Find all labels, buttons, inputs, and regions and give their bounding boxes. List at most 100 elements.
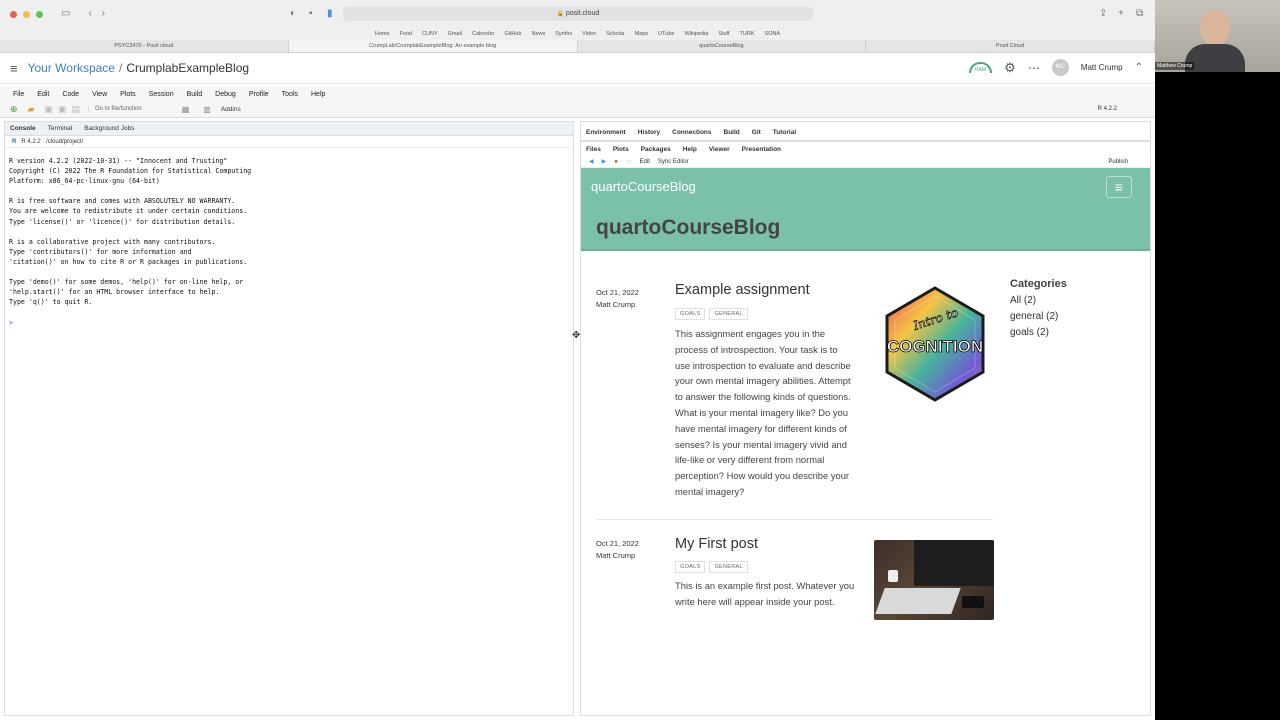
fav-home[interactable]: Home — [375, 31, 390, 37]
workspace-link[interactable]: Your Workspace — [28, 61, 115, 75]
extension-icon[interactable]: ▪ — [309, 9, 313, 19]
navbar-toggle-icon[interactable]: ≡ — [1106, 176, 1132, 198]
fav-wikipedia[interactable]: Wikipedia — [684, 31, 708, 37]
tab-files[interactable]: Files — [586, 146, 601, 153]
sidebar-icon[interactable]: ▭ — [61, 9, 70, 19]
more-options-icon[interactable]: ⋯ — [1028, 61, 1040, 75]
ram-gauge-icon[interactable]: RAM — [969, 62, 993, 73]
fav-calendar[interactable]: Calendar — [472, 31, 494, 37]
category-badge[interactable]: GOALS — [675, 308, 706, 320]
cognition-thumbnail[interactable]: Intro to COGNITION — [883, 286, 987, 402]
menu-plots[interactable]: Plots — [120, 91, 136, 98]
tab-git[interactable]: Git — [752, 129, 761, 136]
stop-icon[interactable]: ● — [614, 159, 618, 165]
workspace-panes-icon[interactable]: ▥ — [203, 105, 211, 114]
tab-background-jobs[interactable]: Background Jobs — [84, 125, 134, 132]
fav-food[interactable]: Food — [400, 31, 413, 37]
new-file-icon[interactable]: ⊕ — [10, 104, 18, 115]
fav-scholar[interactable]: Scholar — [606, 31, 625, 37]
tab-overview-icon[interactable]: ⧉ — [1136, 9, 1143, 19]
open-folder-icon[interactable]: ▰ — [28, 104, 35, 115]
fav-news[interactable]: News — [532, 31, 546, 37]
tab-build[interactable]: Build — [724, 129, 740, 136]
new-tab-icon[interactable]: + — [1118, 9, 1124, 19]
menu-profile[interactable]: Profile — [249, 91, 269, 98]
menu-build[interactable]: Build — [187, 91, 203, 98]
category-link[interactable]: All (2) — [1010, 293, 1067, 309]
menu-code[interactable]: Code — [62, 91, 79, 98]
browser-tab[interactable]: Posit Cloud — [866, 40, 1155, 52]
r-version-menu[interactable]: R 4.2.2 — [1098, 106, 1117, 112]
list-item[interactable]: Oct 21, 2022 Matt Crump Example assignme… — [596, 282, 993, 522]
site-name[interactable]: quartoCourseBlog — [591, 179, 696, 194]
menu-help[interactable]: Help — [311, 91, 325, 98]
back-arrow-icon[interactable]: ◀ — [589, 158, 594, 165]
browser-tab[interactable]: PSYC3470 - Posit cloud — [0, 40, 289, 52]
fav-maps[interactable]: Maps — [635, 31, 648, 37]
tab-viewer[interactable]: Viewer — [709, 146, 730, 153]
tab-console[interactable]: Console — [10, 125, 36, 132]
post-title[interactable]: My First post — [675, 536, 758, 552]
user-name[interactable]: Matt Crump — [1081, 63, 1123, 72]
shield-icon[interactable]: ◐ — [290, 9, 296, 19]
console-path[interactable]: R 4.2.2 · /cloud/project/ — [21, 139, 83, 145]
print-icon[interactable]: ▤ — [72, 104, 81, 115]
close-window-button[interactable] — [10, 10, 17, 18]
sync-editor-button[interactable]: Sync Editor — [658, 159, 689, 165]
tab-connections[interactable]: Connections — [672, 129, 711, 136]
fav-github[interactable]: GitHub — [504, 31, 521, 37]
tab-terminal[interactable]: Terminal — [48, 125, 73, 132]
tab-environment[interactable]: Environment — [586, 129, 626, 136]
edit-button[interactable]: Edit — [640, 159, 650, 165]
tab-plots[interactable]: Plots — [613, 146, 629, 153]
fav-synths[interactable]: Synths — [555, 31, 572, 37]
tab-presentation[interactable]: Presentation — [742, 146, 781, 153]
avatar[interactable]: MC — [1051, 59, 1069, 76]
minimize-window-button[interactable] — [23, 10, 30, 18]
browser-tab[interactable]: CrumpLab/CrumplabExampleBlog: An example… — [288, 40, 578, 52]
forward-arrow-icon[interactable]: ▶ — [602, 158, 607, 165]
share-icon[interactable]: ⇪ — [1099, 9, 1107, 19]
fav-cuny[interactable]: CUNY — [422, 31, 438, 37]
goto-file-input[interactable]: Go to file/function — [88, 106, 142, 112]
menu-view[interactable]: View — [92, 91, 107, 98]
fav-video[interactable]: Video — [582, 31, 596, 37]
category-badge[interactable]: GENERAL — [709, 308, 748, 320]
laptop-thumbnail[interactable] — [874, 540, 994, 620]
gear-icon[interactable]: ⚙ — [1004, 60, 1016, 76]
fav-turk[interactable]: TURK — [740, 31, 755, 37]
menu-tools[interactable]: Tools — [282, 91, 298, 98]
fav-stuff[interactable]: Stuff — [718, 31, 729, 37]
tab-packages[interactable]: Packages — [641, 146, 671, 153]
fav-utube[interactable]: UTube — [658, 31, 674, 37]
fav-gmail[interactable]: Gmail — [448, 31, 462, 37]
category-link[interactable]: general (2) — [1010, 309, 1067, 325]
post-title[interactable]: Example assignment — [675, 282, 810, 298]
category-badge[interactable]: GOALS — [675, 561, 706, 573]
menu-icon[interactable]: ≡ — [10, 61, 18, 76]
zoom-window-button[interactable] — [36, 10, 43, 18]
back-icon[interactable]: ‹ — [88, 9, 91, 19]
menu-file[interactable]: File — [13, 91, 24, 98]
document-icon[interactable]: ▮ — [327, 9, 333, 19]
forward-icon[interactable]: › — [102, 9, 105, 19]
fav-sona[interactable]: SONA — [765, 31, 781, 37]
tab-help[interactable]: Help — [683, 146, 697, 153]
menu-session[interactable]: Session — [149, 91, 174, 98]
save-icon[interactable]: ▣ — [44, 104, 53, 115]
menu-debug[interactable]: Debug — [215, 91, 236, 98]
tab-tutorial[interactable]: Tutorial — [773, 129, 796, 136]
publish-button[interactable]: Publish — [1108, 159, 1128, 165]
category-badge[interactable]: GENERAL — [709, 561, 748, 573]
grid-icon[interactable]: ▦ — [182, 105, 190, 114]
addins-menu[interactable]: Addins — [221, 106, 241, 113]
menu-edit[interactable]: Edit — [37, 91, 49, 98]
export-icon[interactable]: ▭ — [626, 158, 632, 165]
tab-history[interactable]: History — [638, 129, 660, 136]
chevron-up-icon[interactable]: ⌃ — [1135, 62, 1143, 73]
save-all-icon[interactable]: ▣ — [58, 104, 67, 115]
address-bar[interactable]: 🔒 posit.cloud — [343, 7, 813, 21]
browser-tab[interactable]: quartoCourseBlog — [578, 40, 867, 52]
console-output[interactable]: R version 4.2.2 (2022-10-31) -- "Innocen… — [5, 148, 573, 336]
category-link[interactable]: goals (2) — [1010, 325, 1067, 341]
